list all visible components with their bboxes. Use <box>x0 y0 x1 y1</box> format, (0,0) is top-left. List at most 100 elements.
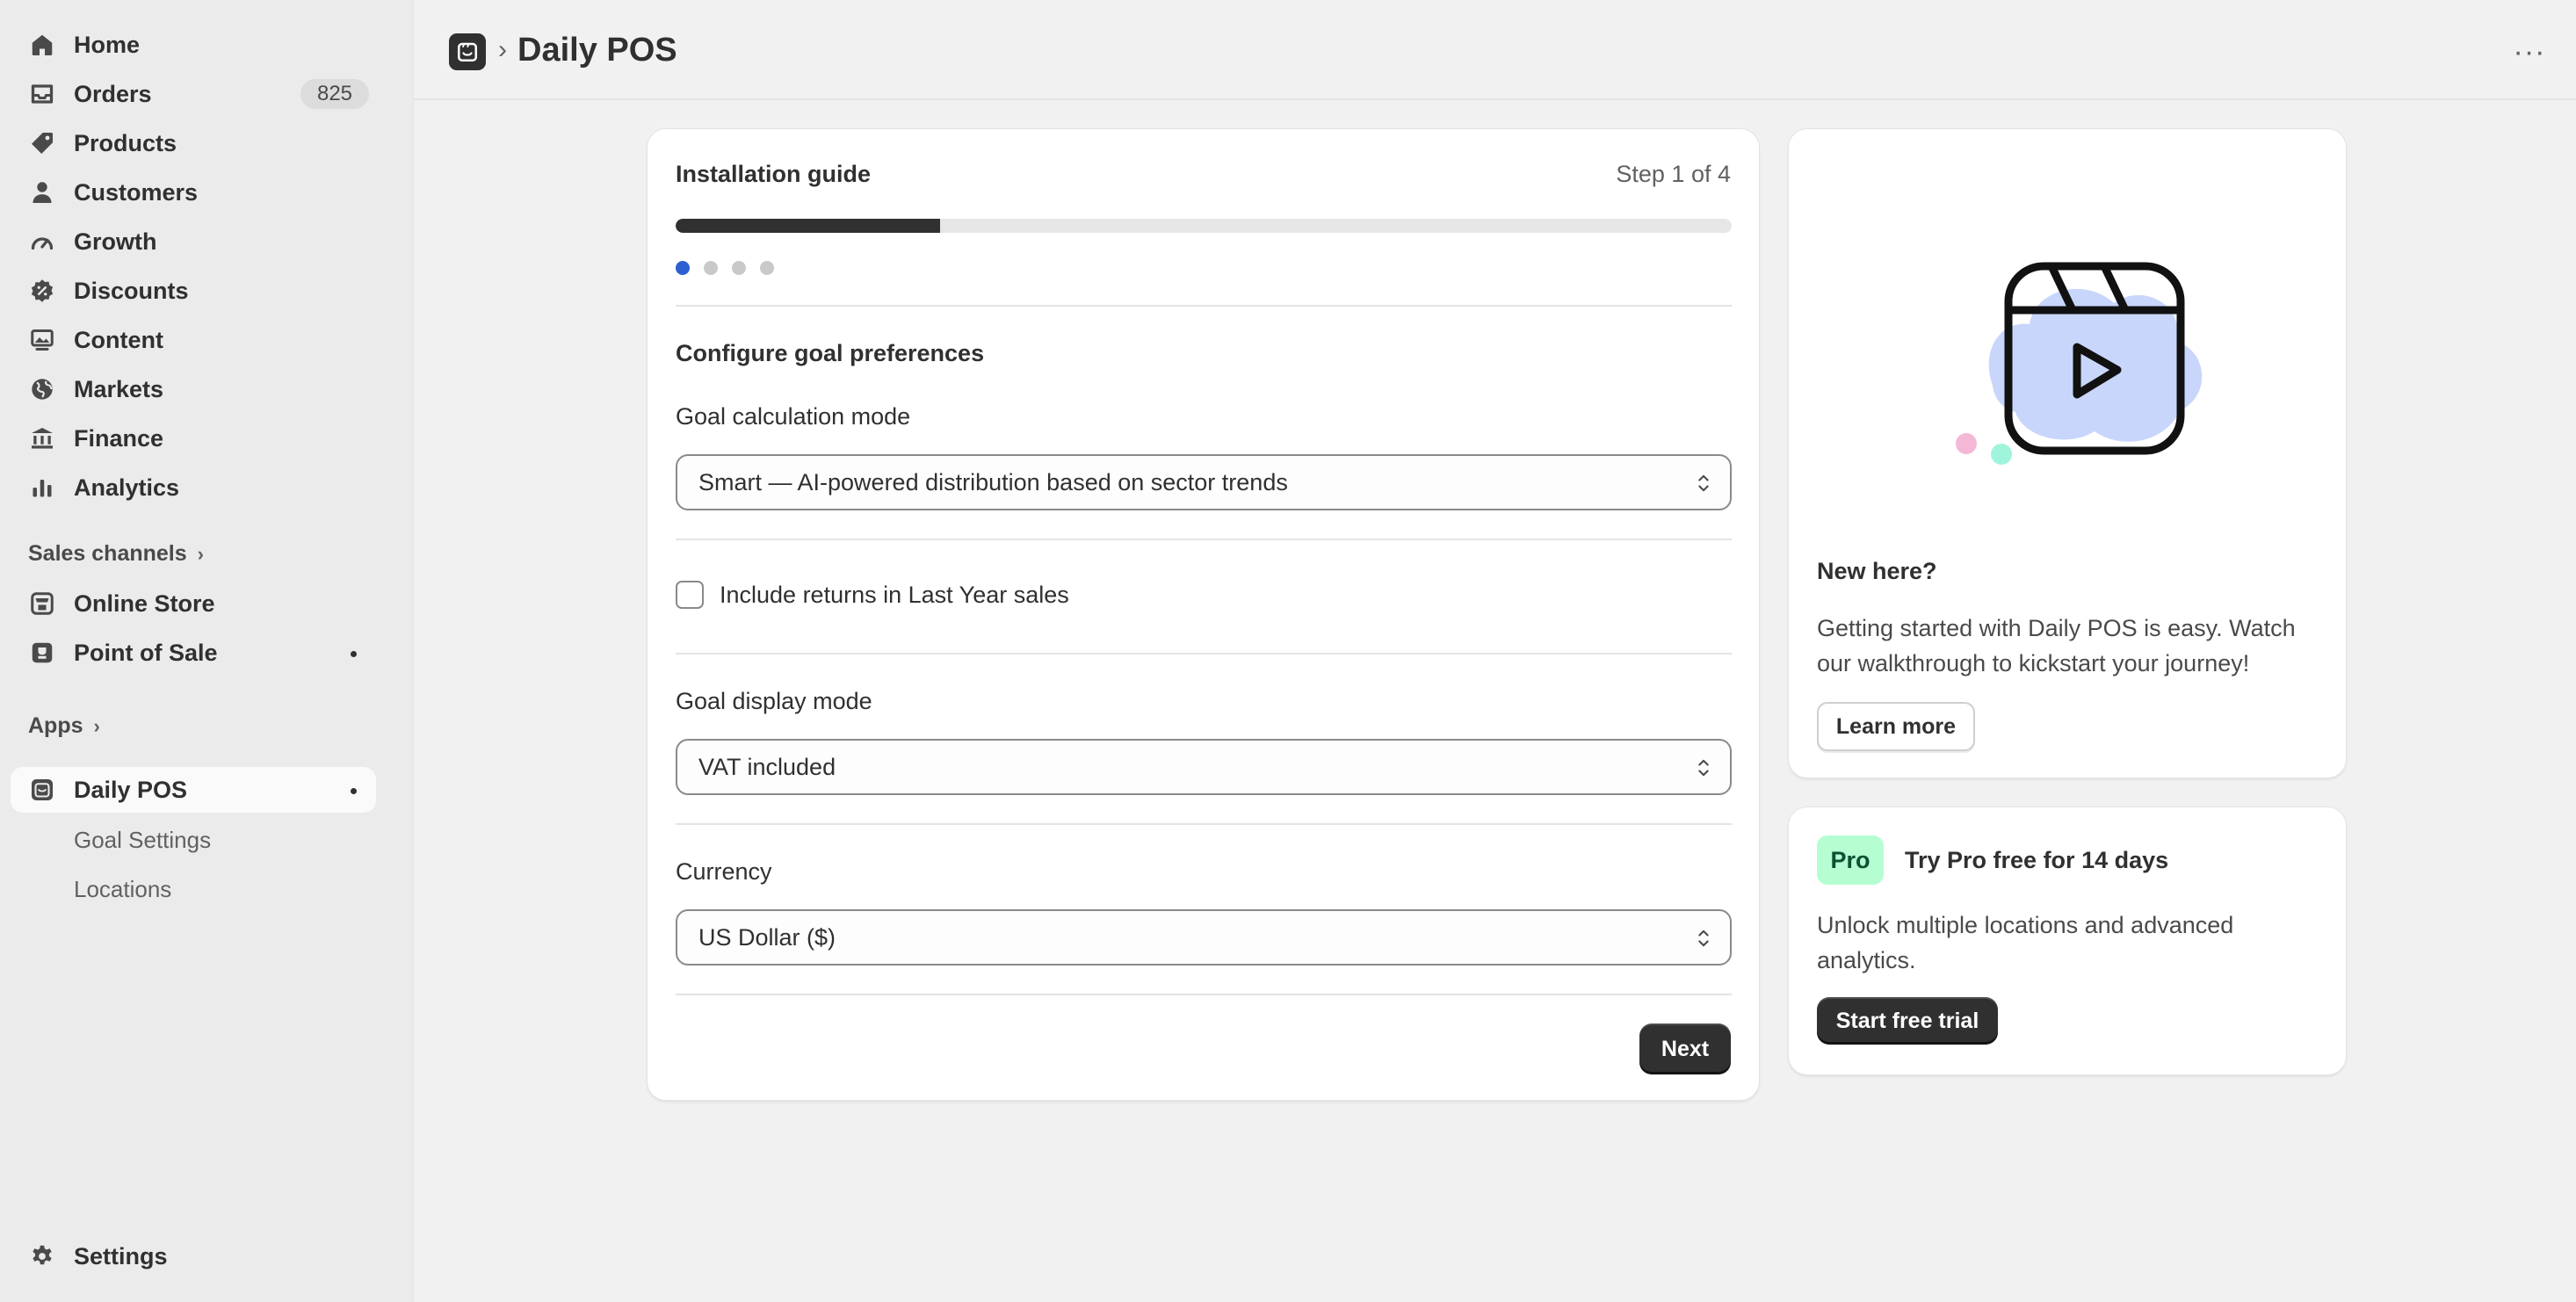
currency-label: Currency <box>676 858 772 885</box>
sidebar-item-label: Point of Sale <box>74 639 218 666</box>
select-caret-icon <box>1695 923 1712 953</box>
sidebar-item-label: Orders <box>74 80 152 107</box>
person-icon <box>28 178 56 206</box>
new-here-card: New here? Getting started with Daily POS… <box>1788 128 2347 778</box>
sidebar-item-label: Online Store <box>74 590 215 617</box>
sidebar-item-home[interactable]: Home <box>11 22 376 68</box>
sidebar-item-products[interactable]: Products <box>11 120 376 166</box>
include-returns-checkbox[interactable] <box>676 581 704 609</box>
sidebar-item-daily-pos[interactable]: Daily POS <box>11 767 376 813</box>
divider <box>676 823 1732 825</box>
more-actions-icon[interactable]: ··· <box>2508 33 2551 70</box>
sidebar-item-markets[interactable]: Markets <box>11 366 376 412</box>
home-icon <box>28 31 56 59</box>
sidebar-item-settings[interactable]: Settings <box>11 1233 376 1279</box>
start-free-trial-button[interactable]: Start free trial <box>1817 997 1998 1045</box>
sidebar-item-label: Daily POS <box>74 776 188 803</box>
calc-mode-select[interactable]: Smart — AI-powered distribution based on… <box>676 454 1732 510</box>
sidebar-item-label: Discounts <box>74 277 189 304</box>
globe-icon <box>28 375 56 403</box>
apps-label: Apps <box>28 713 83 738</box>
apps-header[interactable]: Apps › <box>28 713 100 739</box>
sidebar-item-content[interactable]: Content <box>11 317 376 363</box>
select-caret-icon <box>1695 468 1712 498</box>
chevron-right-icon: › <box>93 714 100 737</box>
pro-description: Unlock multiple locations and advanced a… <box>1817 912 2234 973</box>
daily-pos-logo-icon <box>449 33 486 70</box>
sidebar-item-analytics[interactable]: Analytics <box>11 465 376 510</box>
sidebar: Home Orders 825 Products Customers Growt… <box>0 0 413 1302</box>
divider <box>676 653 1732 655</box>
calc-mode-label: Goal calculation mode <box>676 403 911 430</box>
promo-description: Getting started with Daily POS is easy. … <box>1817 615 2296 676</box>
sidebar-item-label: Finance <box>74 424 164 452</box>
page-header: › Daily POS ··· <box>414 0 2576 100</box>
section-title: Configure goal preferences <box>676 340 985 366</box>
guide-title: Installation guide <box>676 161 872 187</box>
sidebar-item-label: Analytics <box>74 474 180 501</box>
sales-channels-header[interactable]: Sales channels › <box>28 541 204 567</box>
currency-select[interactable]: US Dollar ($) <box>676 909 1732 966</box>
sidebar-item-label: Content <box>74 326 163 353</box>
step-dot-4[interactable] <box>760 261 774 275</box>
select-caret-icon <box>1695 753 1712 783</box>
promo-title: New here? <box>1817 558 1937 584</box>
include-returns-option[interactable]: Include returns in Last Year sales <box>676 581 1069 609</box>
main-content: › Daily POS ··· Installation guide Step … <box>413 0 2576 1302</box>
breadcrumb-chevron-icon: › <box>498 35 507 64</box>
guide-step-indicator: Step 1 of 4 <box>1616 161 1731 187</box>
sidebar-item-online-store[interactable]: Online Store <box>11 581 376 626</box>
sidebar-item-orders[interactable]: Orders 825 <box>11 71 376 117</box>
sidebar-item-point-of-sale[interactable]: Point of Sale <box>11 630 376 676</box>
divider <box>676 305 1732 307</box>
guide-progress-bar <box>676 219 1732 233</box>
chevron-right-icon: › <box>197 542 204 565</box>
bank-icon <box>28 424 56 452</box>
sidebar-item-label: Settings <box>74 1242 168 1269</box>
sidebar-item-label: Products <box>74 129 177 156</box>
sidebar-subitem-locations[interactable]: Locations <box>74 876 171 903</box>
calc-mode-value: Smart — AI-powered distribution based on… <box>698 468 1288 495</box>
divider <box>676 539 1732 540</box>
pin-indicator <box>351 651 357 657</box>
pro-trial-card: Pro Try Pro free for 14 days Unlock mult… <box>1788 807 2347 1075</box>
pro-badge: Pro <box>1817 835 1884 885</box>
sidebar-item-discounts[interactable]: Discounts <box>11 268 376 314</box>
sidebar-item-label: Growth <box>74 228 157 255</box>
daily-pos-icon <box>28 776 56 804</box>
pin-indicator <box>351 788 357 794</box>
inbox-icon <box>28 80 56 108</box>
pro-title: Try Pro free for 14 days <box>1905 847 2169 873</box>
sidebar-item-growth[interactable]: Growth <box>11 219 376 264</box>
sidebar-item-label: Markets <box>74 375 164 402</box>
sidebar-item-finance[interactable]: Finance <box>11 416 376 461</box>
orders-count-badge: 825 <box>300 79 369 109</box>
step-dot-3[interactable] <box>732 261 746 275</box>
store-icon <box>28 590 56 618</box>
currency-value: US Dollar ($) <box>698 923 836 951</box>
discount-icon <box>28 277 56 305</box>
gear-icon <box>28 1242 56 1270</box>
step-dots <box>676 261 774 275</box>
divider <box>676 994 1732 995</box>
video-illustration-icon <box>1938 213 2219 495</box>
bar-chart-icon <box>28 474 56 502</box>
display-mode-label: Goal display mode <box>676 688 872 714</box>
learn-more-button[interactable]: Learn more <box>1817 702 1975 751</box>
step-dot-2[interactable] <box>704 261 718 275</box>
content-icon <box>28 326 56 354</box>
gauge-icon <box>28 228 56 256</box>
page-title: Daily POS <box>517 32 677 69</box>
installation-guide-card: Installation guide Step 1 of 4 Configure… <box>647 128 1760 1101</box>
tag-icon <box>28 129 56 157</box>
step-dot-1[interactable] <box>676 261 690 275</box>
guide-progress-fill <box>676 219 940 233</box>
sidebar-item-label: Customers <box>74 178 199 206</box>
sales-channels-label: Sales channels <box>28 541 187 566</box>
display-mode-select[interactable]: VAT included <box>676 739 1732 795</box>
sidebar-item-customers[interactable]: Customers <box>11 170 376 215</box>
sidebar-subitem-goal-settings[interactable]: Goal Settings <box>74 827 211 854</box>
include-returns-label: Include returns in Last Year sales <box>720 581 1069 608</box>
sidebar-item-label: Home <box>74 31 141 58</box>
next-button[interactable]: Next <box>1639 1024 1731 1074</box>
